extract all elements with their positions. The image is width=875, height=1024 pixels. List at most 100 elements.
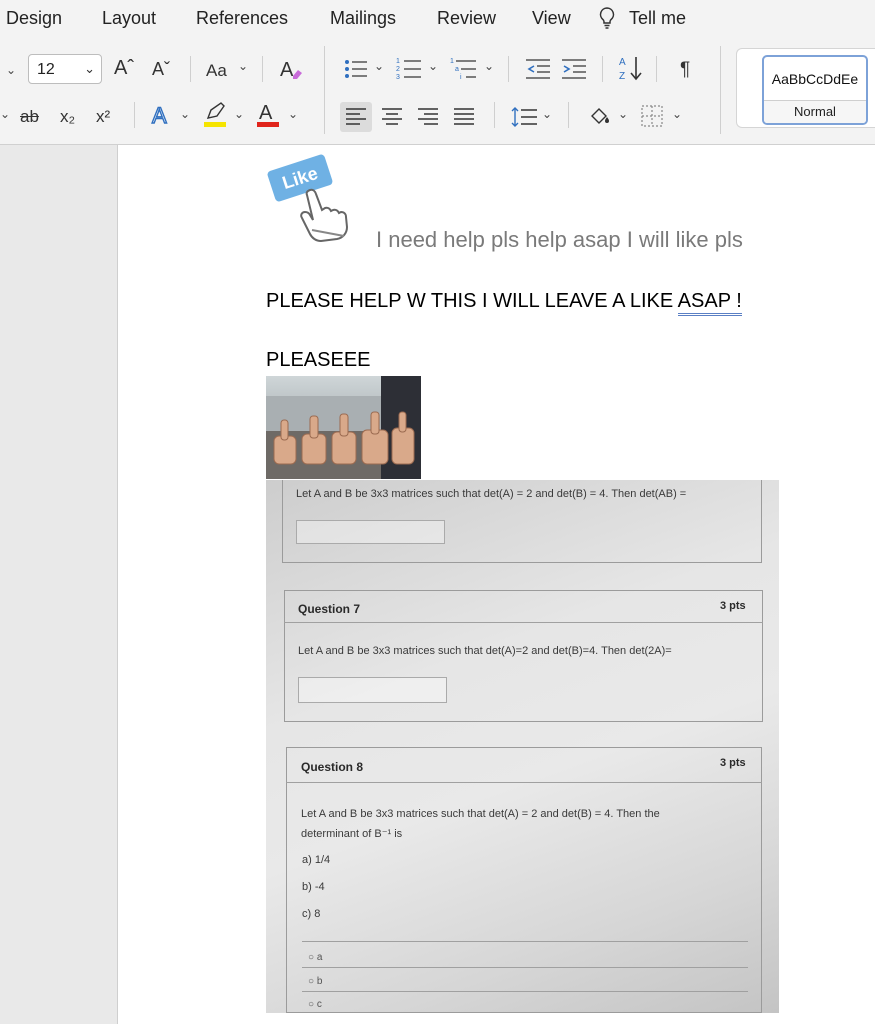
chevron-down-icon[interactable]: ⌄ (618, 108, 628, 120)
text-effects-icon[interactable]: A (150, 102, 174, 133)
font-size-value: 12 (37, 61, 55, 78)
divider (284, 622, 763, 623)
q7-points: 3 pts (720, 600, 746, 612)
line-spacing-icon[interactable] (510, 102, 538, 137)
thumbs-up-photo (266, 376, 421, 479)
svg-text:A: A (619, 57, 626, 68)
grow-font-button[interactable]: Aˆ (114, 58, 134, 78)
multilevel-list-icon[interactable]: 1ai (450, 56, 478, 85)
divider (302, 967, 748, 968)
q8-option-b: b) -4 (302, 881, 325, 893)
divider (720, 46, 721, 134)
doc-line-1-text: PLEASE HELP W THIS I WILL LEAVE A LIKE (266, 290, 674, 312)
svg-text:A: A (259, 102, 273, 124)
asap-spellcheck-text: ASAP ! (677, 290, 742, 316)
divider (262, 56, 263, 82)
chevron-down-icon[interactable]: ⌄ (428, 60, 438, 72)
justify-icon[interactable] (450, 102, 478, 137)
q8-option-c: c) 8 (302, 908, 321, 920)
q8-radio-b-label: b (316, 976, 323, 987)
style-sample-text: AaBbCcDdEe (771, 71, 859, 87)
chevron-down-icon[interactable]: ⌄ (374, 60, 384, 72)
q8-radio-b: ○ b (308, 976, 323, 987)
change-case-button[interactable]: Aa (206, 62, 227, 79)
q8-points: 3 pts (720, 757, 746, 769)
chevron-down-icon[interactable]: ⌄ (180, 108, 190, 120)
tab-review[interactable]: Review (437, 8, 496, 29)
q7-text: Let A and B be 3x3 matrices such that de… (298, 645, 672, 657)
chevron-down-icon[interactable]: ⌄ (234, 108, 244, 120)
numbering-icon[interactable]: 123 (396, 56, 422, 85)
chevron-down-icon: ⌄ (84, 61, 95, 76)
sort-icon[interactable]: AZ (618, 54, 644, 87)
question-8-block (286, 747, 762, 1013)
divider (302, 941, 748, 942)
tab-design[interactable]: Design (6, 8, 62, 29)
svg-text:i: i (460, 74, 462, 80)
svg-text:A: A (152, 103, 167, 128)
svg-text:a: a (455, 66, 459, 73)
decrease-indent-icon[interactable] (526, 58, 550, 85)
divider (324, 46, 325, 134)
divider (134, 102, 135, 128)
divider (494, 102, 495, 128)
q6-answer-input (296, 520, 445, 544)
highlight-color-icon[interactable] (202, 100, 228, 133)
ribbon-tab-bar: Design Layout References Mailings Review… (0, 0, 875, 38)
borders-icon[interactable] (640, 104, 664, 133)
divider (656, 56, 657, 82)
align-left-icon[interactable] (340, 102, 372, 132)
tab-references[interactable]: References (196, 8, 288, 29)
font-color-icon[interactable]: A (256, 100, 280, 133)
q8-option-a: a) 1/4 (302, 854, 331, 866)
font-size-dropdown[interactable]: 12 ⌄ (28, 54, 102, 84)
lightbulb-icon (598, 6, 616, 35)
style-normal-card[interactable]: AaBbCcDdEe Normal (762, 55, 868, 125)
show-formatting-marks-icon[interactable]: ¶ (680, 60, 690, 79)
svg-text:Z: Z (619, 71, 625, 82)
shrink-font-button[interactable]: Aˇ (152, 60, 170, 78)
clear-formatting-icon[interactable]: A (278, 56, 304, 87)
align-center-icon[interactable] (378, 102, 406, 137)
chevron-down-icon[interactable]: ⌄ (0, 108, 10, 120)
svg-text:A: A (280, 59, 294, 81)
doc-line-1: PLEASE HELP W THIS I WILL LEAVE A LIKE A… (266, 290, 742, 316)
superscript-button[interactable]: x² (96, 108, 110, 125)
chevron-down-icon[interactable]: ⌄ (238, 60, 248, 72)
tab-layout[interactable]: Layout (102, 8, 156, 29)
style-name-label: Normal (764, 100, 866, 123)
divider (568, 102, 569, 128)
divider (508, 56, 509, 82)
home-ribbon: ⌄ 12 ⌄ Aˆ Aˇ Aa ⌄ A ⌄ 123 ⌄ 1ai ⌄ AZ ¶ ⌄… (0, 38, 875, 145)
bullets-icon[interactable] (344, 58, 368, 85)
q8-radio-a: ○ a (308, 952, 323, 963)
chevron-down-icon[interactable]: ⌄ (672, 108, 682, 120)
tab-view[interactable]: View (532, 8, 571, 29)
caption-text: I need help pls help asap I will like pl… (376, 227, 743, 252)
svg-text:1: 1 (450, 58, 454, 65)
tab-mailings[interactable]: Mailings (330, 8, 396, 29)
q8-radio-a-label: a (316, 952, 323, 963)
strikethrough-button[interactable]: ab (20, 108, 39, 125)
q7-title: Question 7 (298, 602, 361, 616)
chevron-down-icon[interactable]: ⌄ (542, 108, 552, 120)
tell-me-search[interactable]: Tell me (629, 8, 686, 29)
pointing-hand-cursor-icon (296, 186, 364, 247)
divider (286, 782, 762, 783)
align-right-icon[interactable] (414, 102, 442, 137)
chevron-down-icon[interactable]: ⌄ (288, 108, 298, 120)
q8-radio-c: ○ c (308, 999, 322, 1010)
doc-line-2: PLEASEEE (266, 349, 371, 371)
chevron-down-icon[interactable]: ⌄ (484, 60, 494, 72)
divider (302, 991, 748, 992)
q8-title: Question 8 (301, 760, 364, 774)
q8-radio-c-label: c (316, 999, 322, 1010)
q6-text: Let A and B be 3x3 matrices such that de… (296, 488, 687, 500)
svg-text:3: 3 (396, 74, 400, 80)
increase-indent-icon[interactable] (562, 58, 586, 85)
subscript-button[interactable]: x₂ (60, 108, 75, 125)
svg-text:2: 2 (396, 66, 400, 73)
font-name-dropdown-chevron-icon[interactable]: ⌄ (6, 64, 16, 76)
shading-icon[interactable] (588, 104, 612, 135)
q8-text-line-1: Let A and B be 3x3 matrices such that de… (301, 808, 660, 820)
